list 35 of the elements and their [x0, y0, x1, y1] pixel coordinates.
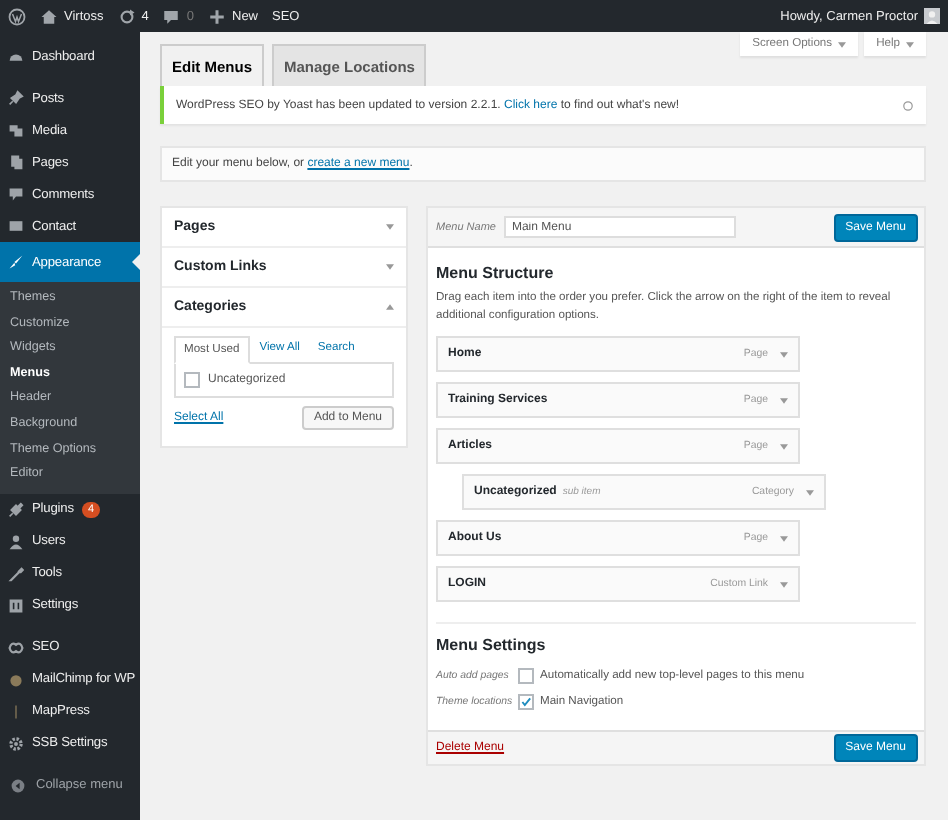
- caret-icon[interactable]: [780, 581, 788, 587]
- comment-icon[interactable]: [162, 7, 181, 25]
- avatar-icon[interactable]: [924, 8, 940, 24]
- dismiss-icon[interactable]: [902, 99, 914, 111]
- gauge-icon: [8, 48, 24, 64]
- brush-icon: [8, 254, 24, 270]
- gear-icon: [8, 735, 24, 752]
- settings-icon: [8, 597, 24, 614]
- media-icon: [8, 122, 24, 138]
- caret-icon[interactable]: [780, 351, 788, 357]
- checkbox[interactable]: [518, 667, 534, 683]
- collapse-icon: [10, 777, 26, 794]
- user-icon: [8, 533, 24, 550]
- caret-icon[interactable]: [780, 397, 788, 403]
- home-icon[interactable]: [40, 7, 58, 25]
- caret-icon[interactable]: [386, 224, 394, 230]
- caret-icon: [838, 41, 847, 47]
- caret-icon[interactable]: [780, 443, 788, 449]
- pin-icon: [8, 90, 24, 106]
- caret-icon[interactable]: [780, 535, 788, 541]
- caret-icon[interactable]: [386, 264, 394, 270]
- caret-icon: [906, 41, 914, 47]
- section-heading: Menu Structure: [436, 264, 556, 282]
- checkbox[interactable]: [184, 372, 200, 388]
- plus-icon[interactable]: [208, 7, 226, 25]
- checkbox[interactable]: [518, 693, 534, 709]
- plug-icon: [8, 501, 24, 518]
- bubble-icon: [8, 186, 24, 202]
- pages-icon: [8, 154, 24, 170]
- caret-icon[interactable]: [386, 304, 394, 310]
- refresh-icon[interactable]: [117, 7, 136, 25]
- section-heading: Menu Settings: [436, 636, 548, 654]
- wordpress-logo-icon[interactable]: [8, 7, 26, 25]
- caret-icon[interactable]: [806, 489, 814, 495]
- wrench-icon: [8, 565, 24, 582]
